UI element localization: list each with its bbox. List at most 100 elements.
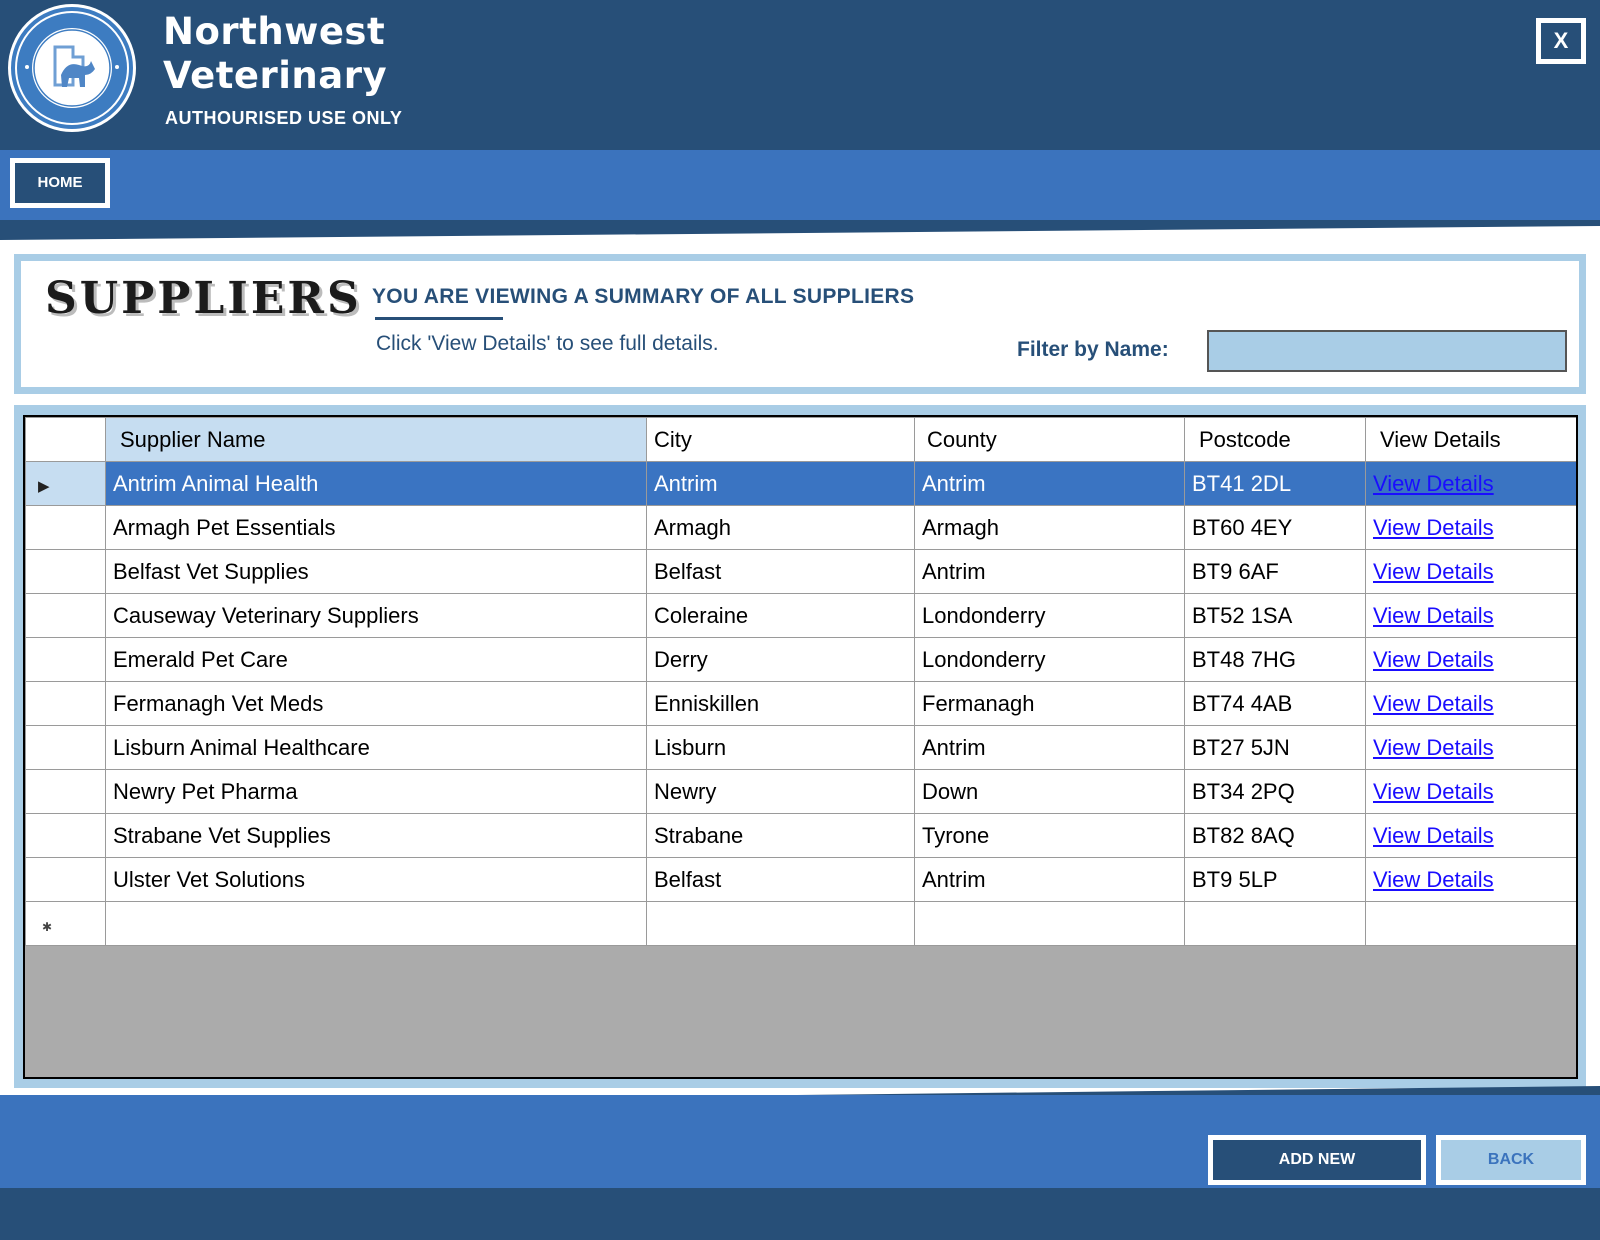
view-details-link[interactable]: View Details: [1373, 823, 1494, 848]
county-cell[interactable]: Armagh: [914, 505, 1185, 550]
column-header-view-details[interactable]: View Details: [1365, 417, 1576, 462]
table-row[interactable]: Emerald Pet Care Derry Londonderry BT48 7HG…: [25, 637, 1576, 682]
table-row[interactable]: Newry Pet Pharma Newry Down BT34 2PQ View De…: [25, 769, 1576, 814]
column-header-city[interactable]: City: [646, 417, 915, 462]
view-details-cell: View Details: [1365, 461, 1576, 506]
row-header[interactable]: [25, 505, 106, 550]
view-details-link[interactable]: View Details: [1373, 779, 1494, 804]
city-cell[interactable]: Strabane: [646, 813, 915, 858]
table-row[interactable]: ▶ Antrim Animal Health Antrim Antrim BT41 2D…: [25, 461, 1576, 506]
supplier-name-cell[interactable]: Newry Pet Pharma: [105, 769, 647, 814]
county-cell[interactable]: [914, 901, 1185, 946]
row-header[interactable]: [25, 769, 106, 814]
view-details-link[interactable]: View Details: [1373, 559, 1494, 584]
new-row-star-icon: ✱: [42, 919, 53, 934]
view-details-cell: View Details: [1365, 593, 1576, 638]
view-details-link[interactable]: View Details: [1373, 647, 1494, 672]
city-cell[interactable]: Belfast: [646, 857, 915, 902]
county-cell[interactable]: Down: [914, 769, 1185, 814]
supplier-name-cell[interactable]: Emerald Pet Care: [105, 637, 647, 682]
postcode-cell[interactable]: BT52 1SA: [1184, 593, 1366, 638]
view-details-link[interactable]: View Details: [1373, 691, 1494, 716]
county-cell[interactable]: Fermanagh: [914, 681, 1185, 726]
view-details-link[interactable]: View Details: [1373, 603, 1494, 628]
table-row[interactable]: Ulster Vet Solutions Belfast Antrim BT9 5LP…: [25, 857, 1576, 902]
city-cell[interactable]: Armagh: [646, 505, 915, 550]
table-row[interactable]: Lisburn Animal Healthcare Lisburn Antrim BT…: [25, 725, 1576, 770]
view-details-link[interactable]: View Details: [1373, 735, 1494, 760]
supplier-name-cell[interactable]: Lisburn Animal Healthcare: [105, 725, 647, 770]
supplier-name-cell[interactable]: [105, 901, 647, 946]
row-header-corner: [25, 417, 106, 462]
table-row[interactable]: Belfast Vet Supplies Belfast Antrim BT9 6AF…: [25, 549, 1576, 594]
home-button[interactable]: HOME: [10, 158, 110, 208]
view-details-link[interactable]: View Details: [1373, 471, 1494, 496]
postcode-cell[interactable]: BT41 2DL: [1184, 461, 1366, 506]
row-header[interactable]: [25, 813, 106, 858]
column-header-county[interactable]: County: [914, 417, 1185, 462]
filter-by-name-input[interactable]: [1207, 330, 1567, 372]
row-header[interactable]: [25, 549, 106, 594]
city-cell[interactable]: Enniskillen: [646, 681, 915, 726]
city-cell[interactable]: [646, 901, 915, 946]
postcode-cell[interactable]: BT74 4AB: [1184, 681, 1366, 726]
row-header[interactable]: [25, 637, 106, 682]
table-row[interactable]: Strabane Vet Supplies Strabane Tyrone BT82 …: [25, 813, 1576, 858]
supplier-name-cell[interactable]: Armagh Pet Essentials: [105, 505, 647, 550]
app-subtitle: AUTHOURISED USE ONLY: [165, 108, 403, 128]
table-row[interactable]: Causeway Veterinary Suppliers Coleraine Lo…: [25, 593, 1576, 638]
view-details-cell: View Details: [1365, 549, 1576, 594]
county-cell[interactable]: Antrim: [914, 857, 1185, 902]
supplier-name-cell[interactable]: Antrim Animal Health: [105, 461, 647, 506]
postcode-cell[interactable]: BT34 2PQ: [1184, 769, 1366, 814]
table-row[interactable]: Fermanagh Vet Meds Enniskillen Fermanagh BT…: [25, 681, 1576, 726]
supplier-name-cell[interactable]: Causeway Veterinary Suppliers: [105, 593, 647, 638]
row-header[interactable]: [25, 681, 106, 726]
row-header[interactable]: ▶: [25, 461, 106, 506]
city-cell[interactable]: Newry: [646, 769, 915, 814]
close-button[interactable]: X: [1536, 18, 1586, 64]
postcode-cell[interactable]: BT48 7HG: [1184, 637, 1366, 682]
county-cell[interactable]: Londonderry: [914, 637, 1185, 682]
postcode-cell[interactable]: BT9 5LP: [1184, 857, 1366, 902]
view-details-cell[interactable]: [1365, 901, 1576, 946]
row-header[interactable]: ✱: [25, 901, 106, 946]
postcode-cell[interactable]: BT82 8AQ: [1184, 813, 1366, 858]
nav-bar: [0, 150, 1600, 220]
city-cell[interactable]: Coleraine: [646, 593, 915, 638]
city-cell[interactable]: Lisburn: [646, 725, 915, 770]
column-header-postcode[interactable]: Postcode: [1184, 417, 1366, 462]
row-header[interactable]: [25, 725, 106, 770]
supplier-name-cell[interactable]: Ulster Vet Solutions: [105, 857, 647, 902]
city-cell[interactable]: Belfast: [646, 549, 915, 594]
view-details-link[interactable]: View Details: [1373, 515, 1494, 540]
supplier-name-cell[interactable]: Belfast Vet Supplies: [105, 549, 647, 594]
county-cell[interactable]: Tyrone: [914, 813, 1185, 858]
new-row[interactable]: ✱: [25, 901, 1576, 946]
city-cell[interactable]: Antrim: [646, 461, 915, 506]
back-button[interactable]: BACK: [1436, 1135, 1586, 1185]
table-row[interactable]: Armagh Pet Essentials Armagh Armagh BT60 4E…: [25, 505, 1576, 550]
postcode-cell[interactable]: [1184, 901, 1366, 946]
suppliers-grid[interactable]: Supplier Name City County Postcode View …: [23, 415, 1578, 1079]
column-header-supplier-name[interactable]: Supplier Name: [105, 417, 647, 462]
current-row-arrow-icon: ▶: [38, 477, 50, 495]
postcode-cell[interactable]: BT60 4EY: [1184, 505, 1366, 550]
page-header-panel: SUPPLIERS YOU ARE VIEWING A SUMMARY OF A…: [14, 254, 1586, 394]
grid-body: ▶ Antrim Animal Health Antrim Antrim BT41 2D…: [25, 461, 1576, 946]
postcode-cell[interactable]: BT9 6AF: [1184, 549, 1366, 594]
city-cell[interactable]: Derry: [646, 637, 915, 682]
county-cell[interactable]: Londonderry: [914, 593, 1185, 638]
county-cell[interactable]: Antrim: [914, 461, 1185, 506]
row-header[interactable]: [25, 593, 106, 638]
county-cell[interactable]: Antrim: [914, 549, 1185, 594]
supplier-name-cell[interactable]: Fermanagh Vet Meds: [105, 681, 647, 726]
row-header[interactable]: [25, 857, 106, 902]
county-cell[interactable]: Antrim: [914, 725, 1185, 770]
add-new-button[interactable]: ADD NEW: [1208, 1135, 1426, 1185]
postcode-cell[interactable]: BT27 5JN: [1184, 725, 1366, 770]
footer-strip: [0, 1188, 1600, 1240]
supplier-name-cell[interactable]: Strabane Vet Supplies: [105, 813, 647, 858]
view-details-link[interactable]: View Details: [1373, 867, 1494, 892]
filter-label: Filter by Name:: [1017, 338, 1169, 361]
